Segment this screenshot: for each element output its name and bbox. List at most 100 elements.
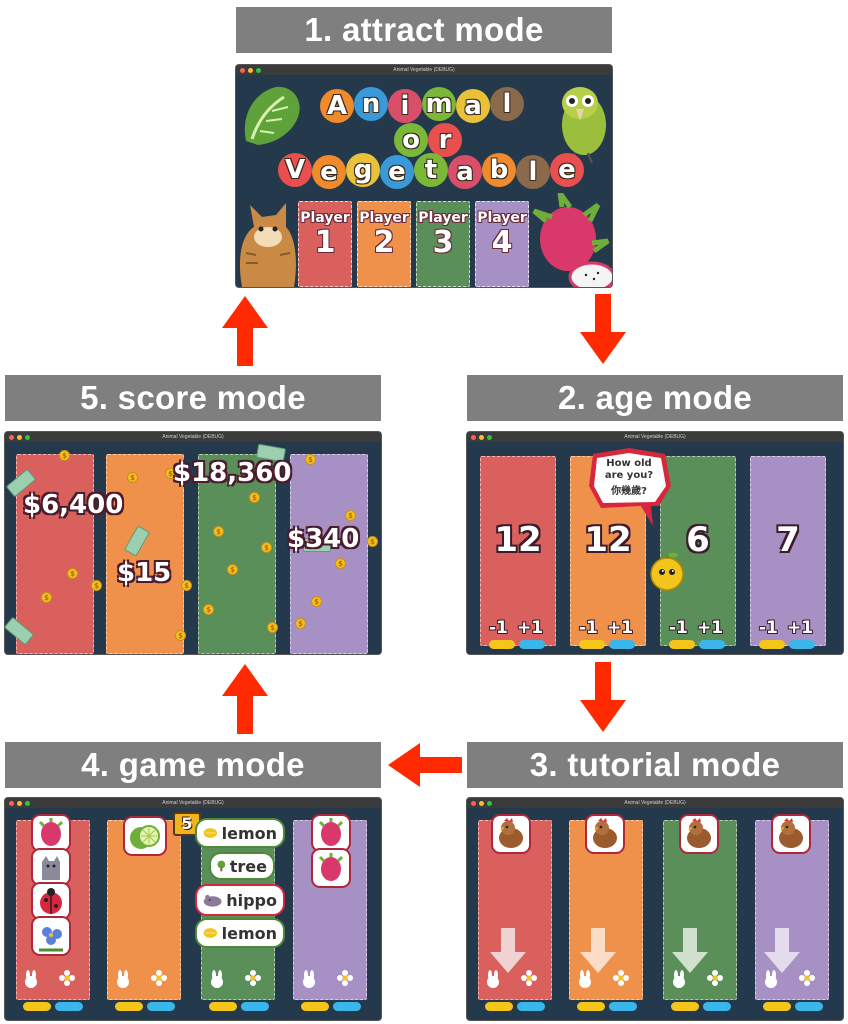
flower-icon [337,970,353,986]
coin-icon: $ [267,622,278,633]
coin-icon: $ [67,568,78,579]
chicken-icon [499,818,523,848]
logo-letter: r [428,123,462,157]
age-value: 7 [776,520,800,560]
lemon-mascot-icon [650,551,684,591]
stage-label-tutorial: 3. tutorial mode [467,742,843,788]
decrement-button[interactable] [669,640,695,649]
score-screen: Animal Vegetable (DEBUG) $ $ $ $ $ $ $ $… [5,432,381,654]
animal-button[interactable] [301,1002,329,1011]
animal-button[interactable] [671,1002,699,1011]
dragon-fruit-icon [532,193,612,287]
vegetable-button[interactable] [795,1002,823,1011]
animal-button[interactable] [577,1002,605,1011]
window-titlebar: Animal Vegetable (DEBUG) [467,798,843,808]
coin-icon: $ [249,492,260,503]
coin-icon: $ [41,592,52,603]
game-screen: Animal Vegetable (DEBUG) 5 lemon tree hi… [5,798,381,1020]
window-titlebar: Animal Vegetable (DEBUG) [5,798,381,808]
player-label: Player [477,210,527,226]
flower-icon [707,970,723,986]
logo-letter: e [312,155,346,189]
rabbit-icon [765,970,777,988]
stage-label-attract: 1. attract mode [236,7,612,53]
coin-icon: $ [305,454,316,465]
stage-label-game: 4. game mode [5,742,381,788]
flower-icon [613,970,629,986]
arrow-score-to-attract [222,296,268,366]
increment-button[interactable] [609,640,635,649]
dragon-fruit-card [311,814,351,852]
player-1-button[interactable]: Player 1 [298,201,352,287]
attract-screen: Animal Vegetable (DEBUG) A n i m a l o r… [236,65,612,287]
plus-one-label: +1 [607,618,634,638]
vegetable-button[interactable] [241,1002,269,1011]
dragon-fruit-icon [318,853,344,881]
flower-icon [521,970,537,986]
player-score: $6,400 [23,490,124,520]
word-card-tree: tree [209,852,275,880]
down-arrow-icon [490,928,526,973]
increment-button[interactable] [699,640,725,649]
bubble-line-1: How old [606,458,652,469]
vegetable-button[interactable] [609,1002,637,1011]
vegetable-button[interactable] [333,1002,361,1011]
arrow-age-to-tutorial [580,662,626,732]
animal-button[interactable] [23,1002,51,1011]
player-2-button[interactable]: Player 2 [357,201,411,287]
logo-letter: o [394,123,428,157]
dragon-fruit-card [31,814,71,852]
coin-icon: $ [59,450,70,461]
player-3-button[interactable]: Player 3 [416,201,470,287]
vegetable-button[interactable] [55,1002,83,1011]
blue-flower-icon [39,927,63,952]
cat-icon [42,856,60,880]
logo-letter: a [456,89,490,123]
flower-icon [59,970,75,986]
cat-card [31,848,71,886]
decrement-button[interactable] [489,640,515,649]
down-arrow-icon [672,928,708,973]
vegetable-button[interactable] [517,1002,545,1011]
coin-icon: $ [181,580,192,591]
word-card-lemon: lemon [195,918,285,948]
window-titlebar: Animal Vegetable (DEBUG) [467,432,843,442]
player-4-button[interactable]: Player 4 [475,201,529,287]
minus-one-label: -1 [759,618,778,638]
decrement-button[interactable] [579,640,605,649]
lime-icon [130,825,160,849]
coin-icon: $ [203,604,214,615]
logo-letter: V [278,153,312,187]
coin-icon: $ [213,526,224,537]
word-card-lemon: lemon [195,818,285,848]
rabbit-icon [303,970,315,988]
logo-letter: i [388,89,422,123]
animal-button[interactable] [115,1002,143,1011]
decrement-button[interactable] [759,640,785,649]
plus-one-label: +1 [697,618,724,638]
increment-button[interactable] [519,640,545,649]
dragon-fruit-icon [318,818,344,846]
logo-letter: e [550,153,584,187]
logo-letter: t [414,153,448,187]
chicken-icon [779,818,803,848]
flower-card [31,916,71,956]
animal-button[interactable] [763,1002,791,1011]
vegetable-button[interactable] [147,1002,175,1011]
rabbit-icon [673,970,685,988]
window-titlebar: Animal Vegetable (DEBUG) [236,65,612,75]
coin-icon: $ [311,596,322,607]
vegetable-button[interactable] [703,1002,731,1011]
animal-button[interactable] [209,1002,237,1011]
stage-label-score: 5. score mode [5,375,381,421]
dragon-fruit-card [311,848,351,888]
hippo-icon [203,894,222,907]
chicken-card [771,814,811,854]
age-value: 12 [494,520,542,560]
increment-button[interactable] [789,640,815,649]
minus-one-label: -1 [489,618,508,638]
cat-icon [239,203,296,287]
coin-icon: $ [91,580,102,591]
animal-button[interactable] [485,1002,513,1011]
chicken-card [491,814,531,854]
